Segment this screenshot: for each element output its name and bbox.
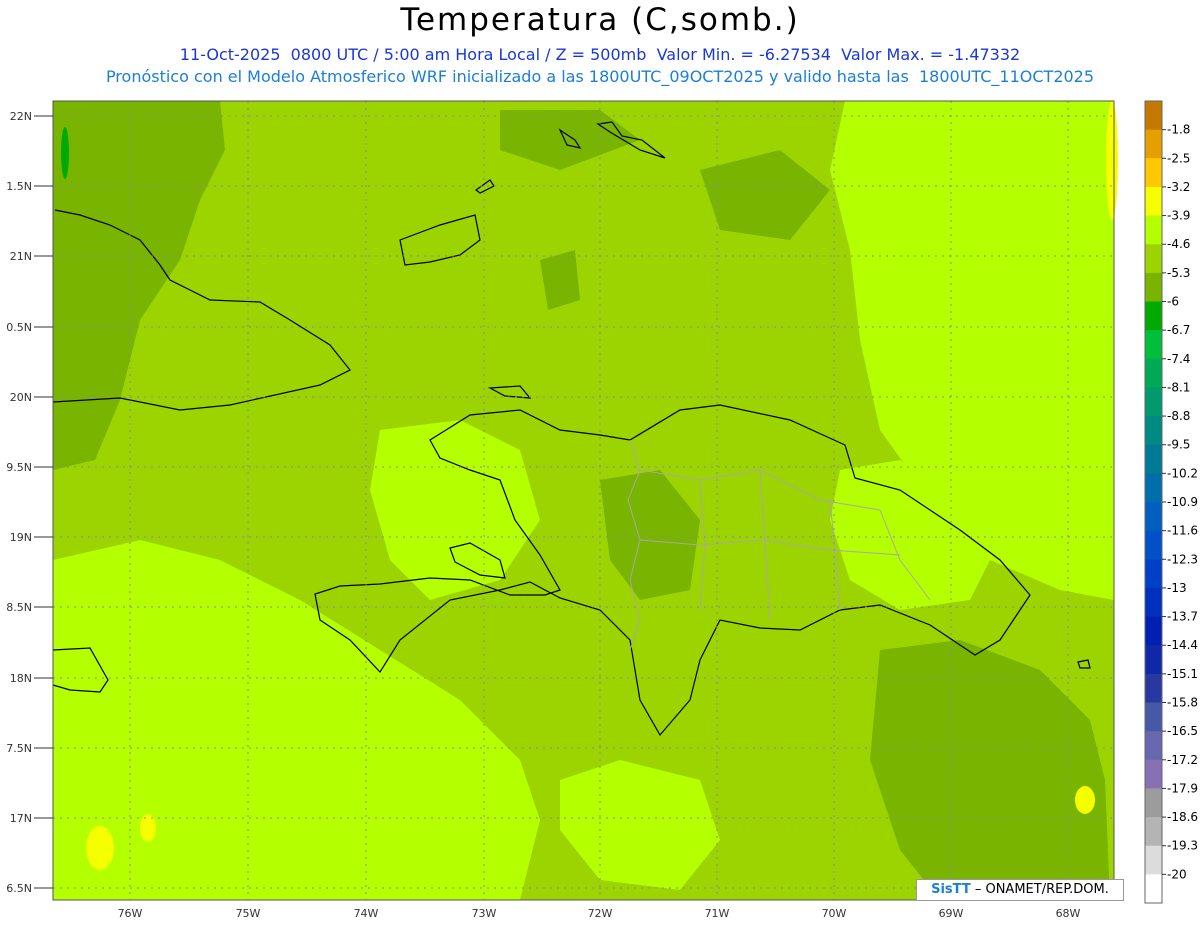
colorbar-label: -6 <box>1167 295 1179 309</box>
colorbar-swatch <box>1145 702 1162 732</box>
colorbar-label: -2.5 <box>1167 151 1190 165</box>
colorbar-swatch <box>1145 473 1162 503</box>
colorbar-swatch <box>1145 731 1162 761</box>
colorbar-label: -17.2 <box>1167 753 1198 767</box>
colorbar-label: -15.8 <box>1167 696 1198 710</box>
colorbar-label: -3.9 <box>1167 209 1190 223</box>
colorbar-label: -12.3 <box>1167 552 1198 566</box>
colorbar-label: -3.2 <box>1167 180 1190 194</box>
colorbar-label: -18.6 <box>1167 810 1198 824</box>
colorbar-label: -1.8 <box>1167 123 1190 137</box>
colorbar-swatch <box>1145 673 1162 703</box>
colorbar-label: -4.6 <box>1167 237 1190 251</box>
colorbar-swatch <box>1145 358 1162 388</box>
colorbar-label: -17.9 <box>1167 781 1198 795</box>
colorbar-swatch <box>1145 559 1162 589</box>
lat-label: 6.5N <box>6 882 32 895</box>
colorbar-swatch <box>1145 272 1162 302</box>
colorbar-swatch <box>1145 874 1162 904</box>
credit-text: – ONAMET/REP.DOM. <box>974 882 1109 897</box>
colorbar-label: -20 <box>1167 867 1187 881</box>
colorbar-label: -19.3 <box>1167 839 1198 853</box>
colorbar-label: -8.1 <box>1167 380 1190 394</box>
colorbar-swatch <box>1145 759 1162 789</box>
colorbar-swatch <box>1145 215 1162 245</box>
colorbar-swatch <box>1145 587 1162 618</box>
lat-label: 17N <box>10 812 32 825</box>
temperature-map: 22N 1.5N 21N 0.5N 20N 9.5N 19N 8.5N 18N … <box>6 100 1198 920</box>
colorbar-swatch <box>1145 616 1162 646</box>
colorbar-swatch <box>1145 817 1162 847</box>
colorbar-swatch <box>1145 330 1162 360</box>
colorbar-swatch <box>1145 416 1162 446</box>
colorbar-swatch <box>1145 244 1162 274</box>
colorbar: -1.8 -2.5 -3.2 -3.9 -4.6 -5.3 -6 -6.7 -7.4 -8.1 -8… <box>1144 100 1198 904</box>
lon-label: 75W <box>236 907 261 920</box>
colorbar-label: -15.1 <box>1167 667 1198 681</box>
colorbar-swatch <box>1145 387 1162 417</box>
colorbar-label: -16.5 <box>1167 724 1198 738</box>
colorbar-swatch <box>1145 301 1162 331</box>
lon-label: 74W <box>354 907 379 920</box>
colorbar-label: -7.4 <box>1167 352 1190 366</box>
lon-label: 76W <box>118 907 143 920</box>
cold-spot <box>61 127 69 179</box>
lat-label: 20N <box>10 391 32 404</box>
lat-label: 21N <box>10 250 32 263</box>
lon-label: 73W <box>472 907 497 920</box>
colorbar-swatch <box>1145 101 1162 131</box>
lon-label: 69W <box>939 907 964 920</box>
colorbar-label: -8.8 <box>1167 409 1190 423</box>
lat-label: 8.5N <box>6 601 32 614</box>
colorbar-swatch <box>1145 186 1162 217</box>
colorbar-swatch <box>1145 444 1162 474</box>
colorbar-label: -5.3 <box>1167 266 1190 280</box>
sistt-logo: SisTT <box>931 882 971 897</box>
colorbar-label: -10.9 <box>1167 495 1198 509</box>
colorbar-label: -13 <box>1167 581 1187 595</box>
credit-box: SisTT – ONAMET/REP.DOM. <box>916 879 1124 901</box>
lon-label: 70W <box>822 907 847 920</box>
colorbar-swatch <box>1145 530 1162 560</box>
colorbar-label: -11.6 <box>1167 524 1198 538</box>
colorbar-swatch <box>1145 788 1162 818</box>
lon-label: 71W <box>705 907 730 920</box>
colorbar-label: -6.7 <box>1167 323 1190 337</box>
lat-label: 0.5N <box>6 321 32 334</box>
lat-label: 9.5N <box>6 461 32 474</box>
lat-label: 19N <box>10 531 32 544</box>
lon-label: 72W <box>588 907 613 920</box>
colorbar-swatch <box>1145 845 1162 875</box>
colorbar-label: -9.5 <box>1167 438 1190 452</box>
colorbar-swatch <box>1145 645 1162 675</box>
colorbar-swatch <box>1145 158 1162 188</box>
colorbar-label: -13.7 <box>1167 610 1198 624</box>
colorbar-label: -14.4 <box>1167 638 1198 652</box>
lon-label: 68W <box>1056 907 1081 920</box>
lat-label: 18N <box>10 672 32 685</box>
colorbar-swatch <box>1145 129 1162 159</box>
lat-label: 7.5N <box>6 742 32 755</box>
lat-label: 1.5N <box>6 180 32 193</box>
lat-label: 22N <box>10 110 32 123</box>
colorbar-swatch <box>1145 502 1162 532</box>
colorbar-label: -10.2 <box>1167 466 1198 480</box>
